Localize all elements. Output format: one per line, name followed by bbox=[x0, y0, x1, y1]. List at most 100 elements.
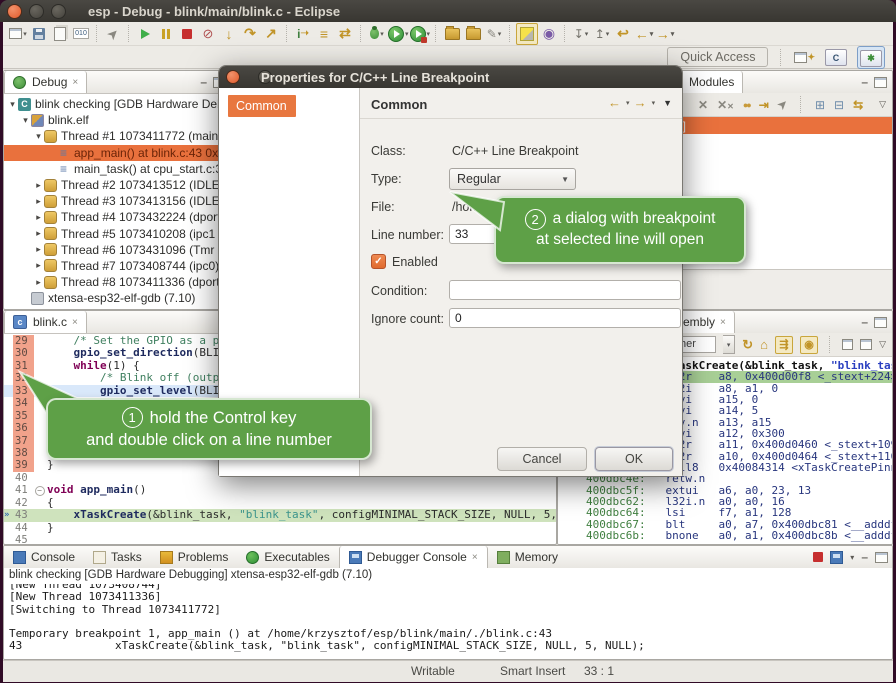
line-number[interactable]: 45 bbox=[13, 534, 34, 544]
condition-input[interactable] bbox=[449, 280, 681, 300]
console-output[interactable]: [New Thread 1073408744][New Thread 10734… bbox=[4, 579, 892, 653]
line-number[interactable]: 42 bbox=[13, 497, 34, 509]
line-number[interactable]: 29 bbox=[13, 335, 34, 347]
console-tab-memory[interactable]: Memory bbox=[488, 546, 567, 568]
binary-button[interactable]: 010 bbox=[71, 24, 91, 44]
back-button[interactable]: ←▾ bbox=[634, 24, 654, 44]
maximize-view-icon[interactable] bbox=[875, 552, 888, 563]
back-arrow-icon[interactable]: ← bbox=[608, 95, 621, 110]
deselect-icon[interactable]: ➤ bbox=[775, 97, 791, 113]
line-number[interactable]: 41 bbox=[13, 484, 34, 496]
debug-tree-item[interactable]: ▸Thread #8 1073411336 (dport) (Sus bbox=[4, 274, 231, 290]
back-dropdown-icon[interactable]: ▾ bbox=[626, 99, 630, 107]
line-number[interactable]: 30 bbox=[13, 347, 34, 359]
debug-tree-item[interactable]: ▾Cblink checking [GDB Hardware Debug bbox=[4, 96, 231, 112]
tree-caret-icon[interactable]: ▾ bbox=[20, 115, 31, 126]
run-button[interactable]: ▾ bbox=[388, 24, 409, 44]
debug-tree-item[interactable]: ▸Thread #5 1073410208 (ipc1 : Runni bbox=[4, 226, 231, 242]
last-edit-location-button[interactable]: ↩ bbox=[613, 24, 633, 44]
tree-caret-icon[interactable]: ▸ bbox=[33, 228, 44, 239]
dialog-titlebar[interactable]: Properties for C/C++ Line Breakpoint bbox=[219, 66, 682, 88]
fold-collapse-icon[interactable]: − bbox=[35, 486, 45, 496]
editor-line[interactable]: 45 bbox=[4, 534, 556, 544]
debug-tree-item[interactable]: ▸Thread #2 1073413512 (IDLE) (Susp bbox=[4, 177, 231, 193]
symbols-icon[interactable]: ●● bbox=[743, 100, 750, 110]
terminate-button[interactable] bbox=[177, 24, 197, 44]
skip-all-breakpoints-button[interactable]: ➤ bbox=[99, 19, 127, 47]
enabled-checkbox[interactable]: ✓ bbox=[371, 254, 386, 269]
line-number[interactable]: 40 bbox=[13, 472, 34, 484]
editor-line[interactable]: »43 xTaskCreate(&blink_task, "blink_task… bbox=[4, 509, 556, 521]
console-tab-problems[interactable]: Problems bbox=[151, 546, 238, 568]
line-number[interactable]: 39 bbox=[13, 459, 34, 471]
window-minimize-button[interactable] bbox=[29, 4, 44, 19]
close-icon[interactable]: × bbox=[720, 317, 726, 328]
cpp-perspective-button[interactable]: C bbox=[823, 47, 849, 68]
sync-source-toggle[interactable]: ◉ bbox=[800, 336, 818, 354]
debug-tree-item[interactable]: ≡main_task() at cpu_start.c:339 0x4 bbox=[4, 161, 231, 177]
debug-tree-item[interactable]: ▾blink.elf bbox=[4, 112, 231, 128]
debug-tree-item[interactable]: ▸Thread #4 1073432224 (dport) (Sus bbox=[4, 209, 231, 225]
editor-line[interactable]: 44} bbox=[4, 522, 556, 534]
console-tab-debugger-console[interactable]: Debugger Console× bbox=[339, 546, 488, 568]
tree-caret-icon[interactable]: ▸ bbox=[33, 260, 44, 271]
close-icon[interactable]: × bbox=[72, 77, 78, 88]
view-menu-icon[interactable]: ▽ bbox=[879, 339, 886, 350]
open-folder-button[interactable] bbox=[463, 24, 483, 44]
window-maximize-button[interactable] bbox=[51, 4, 66, 19]
console-tab-executables[interactable]: Executables bbox=[237, 546, 338, 568]
tree-caret-icon[interactable]: ▸ bbox=[33, 212, 44, 223]
quick-access-button[interactable]: Quick Access bbox=[667, 47, 768, 67]
line-number[interactable]: 38 bbox=[13, 447, 34, 459]
suspend-button[interactable] bbox=[156, 24, 176, 44]
resume-button[interactable] bbox=[135, 24, 155, 44]
view-menu-icon[interactable]: ▽ bbox=[879, 99, 886, 110]
debug-tree-item[interactable]: xtensa-esp32-elf-gdb (7.10) bbox=[4, 290, 231, 306]
next-annotation-button[interactable]: ↧▾ bbox=[571, 24, 591, 44]
location-dropdown-icon[interactable]: ▾ bbox=[723, 335, 735, 354]
line-number[interactable]: 43 bbox=[13, 509, 34, 521]
minimize-view-icon[interactable]: – bbox=[861, 550, 868, 564]
new-button[interactable]: ▾ bbox=[8, 24, 28, 44]
maximize-view-icon[interactable] bbox=[874, 317, 887, 328]
window-titlebar[interactable]: esp - Debug - blink/main/blink.c - Eclip… bbox=[0, 0, 896, 22]
save-all-button[interactable] bbox=[50, 24, 70, 44]
minimize-view-icon[interactable]: – bbox=[861, 319, 868, 325]
forward-arrow-icon[interactable]: → bbox=[634, 95, 647, 110]
remove-module-icon[interactable]: ✕ bbox=[698, 98, 708, 112]
close-icon[interactable]: × bbox=[72, 317, 78, 328]
step-into-button[interactable]: ↓ bbox=[219, 24, 239, 44]
follow-pc-toggle[interactable]: ⇶ bbox=[775, 336, 793, 354]
debug-tree-item[interactable]: ▸Thread #6 1073431096 (Tmr Svc) (S bbox=[4, 242, 231, 258]
disassembly-line[interactable]: 400dbc6b: bnone a0, a1, 0x400dbc8b <__ad… bbox=[586, 530, 892, 541]
minimize-view-icon[interactable]: – bbox=[861, 79, 868, 85]
remove-all-modules-icon[interactable]: ✕✕ bbox=[717, 98, 734, 112]
tree-caret-icon[interactable]: ▸ bbox=[33, 244, 44, 255]
debug-tree-item[interactable]: ▾Thread #1 1073411772 (main : Runn bbox=[4, 128, 231, 144]
forward-dropdown-icon[interactable]: ▾ bbox=[652, 99, 656, 107]
tree-caret-icon[interactable]: ▾ bbox=[7, 99, 18, 110]
previous-annotation-button[interactable]: ↥▾ bbox=[592, 24, 612, 44]
load-symbols-icon[interactable]: ⇥ bbox=[759, 98, 769, 112]
debug-tree-item[interactable]: ▸Thread #7 1073408744 (ipc0) (Susp bbox=[4, 258, 231, 274]
use-step-filters-button[interactable]: ⇄ bbox=[335, 24, 355, 44]
step-over-button[interactable]: ↷ bbox=[240, 24, 260, 44]
open-file-button[interactable] bbox=[442, 24, 462, 44]
pin-view-icon[interactable] bbox=[860, 339, 872, 350]
maximize-view-icon[interactable] bbox=[874, 77, 887, 88]
view-menu-icon[interactable]: ▼ bbox=[663, 98, 672, 108]
link-with-debug-icon[interactable]: ⇆ bbox=[853, 98, 863, 112]
editor-line[interactable]: 41−void app_main() bbox=[4, 484, 556, 496]
instruction-stepping-button[interactable]: i➝ bbox=[293, 24, 313, 44]
debug-tree-item[interactable]: ▸Thread #3 1073413156 (IDLE) (Susp bbox=[4, 193, 231, 209]
tree-caret-icon[interactable]: ▸ bbox=[33, 277, 44, 288]
annotate-button[interactable]: ✎▾ bbox=[484, 24, 504, 44]
disconnect-button[interactable]: ⊘ bbox=[198, 24, 218, 44]
home-icon[interactable]: ⌂ bbox=[760, 337, 768, 352]
refresh-icon[interactable]: ↻ bbox=[742, 337, 753, 353]
forward-button[interactable]: →▾ bbox=[655, 24, 675, 44]
ignore-count-input[interactable]: 0 bbox=[449, 308, 681, 328]
open-new-view-icon[interactable] bbox=[842, 339, 854, 350]
ok-button[interactable]: OK bbox=[595, 447, 673, 471]
external-tools-button[interactable]: ▾ bbox=[410, 24, 431, 44]
